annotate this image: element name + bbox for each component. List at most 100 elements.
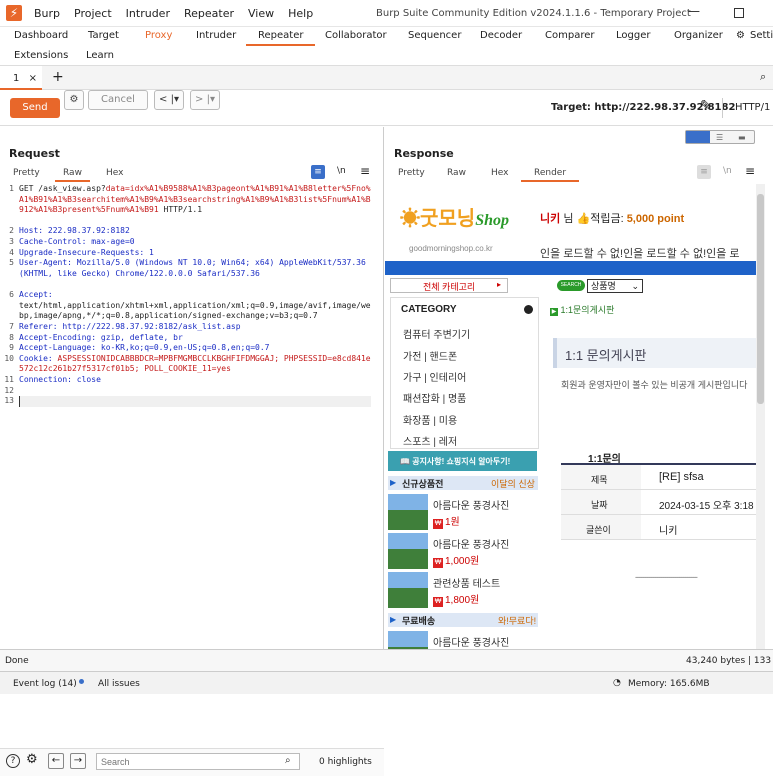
tab-sequencer[interactable]: Sequencer [408, 30, 461, 41]
event-log-tab[interactable]: Event log (14) [13, 679, 84, 689]
menu-view[interactable]: View [248, 7, 274, 20]
menu-icon[interactable]: ≡ [745, 164, 755, 178]
tab-learn[interactable]: Learn [86, 50, 114, 61]
header-accept-language[interactable]: Accept-Language: ko-KR,ko;q=0.9,en-US;q=… [19, 343, 371, 354]
header-user-agent[interactable]: User-Agent: Mozilla/5.0 (Windows NT 10.0… [19, 258, 371, 279]
cancel-button[interactable]: Cancel [88, 90, 148, 110]
scrollbar-thumb[interactable] [757, 194, 764, 404]
request-tab-raw[interactable]: Raw [55, 168, 90, 182]
tab-comparer[interactable]: Comparer [545, 30, 594, 41]
product-image[interactable] [388, 572, 428, 608]
post-table: 제목 [RE] sfsa 날짜 2024-03-15 오후 3:18 글쓴이 니… [561, 465, 765, 540]
menu-project[interactable]: Project [74, 7, 112, 20]
next-match-button[interactable]: → [70, 753, 86, 769]
response-tab-raw[interactable]: Raw [447, 168, 466, 178]
render-view[interactable]: ☀굿모닝Shop goodmorningshop.co.kr 니키 님 👍적립금… [385, 184, 765, 649]
breadcrumb[interactable]: ▶ 1:1문의게시판 [550, 303, 614, 316]
header-accept[interactable]: Accept: text/html,application/xhtml+xml,a… [19, 290, 371, 322]
menu-repeater[interactable]: Repeater [184, 7, 234, 20]
product-item[interactable]: 아름다운 풍경사진 ₩1,000원 [388, 533, 538, 569]
new-products-more[interactable]: 이달의 신상 [491, 477, 535, 490]
wrap-lines-icon[interactable]: ≡ [697, 165, 711, 179]
prev-match-button[interactable]: ← [48, 753, 64, 769]
site-logo[interactable]: ☀굿모닝Shop [400, 202, 509, 231]
help-icon[interactable]: ? [6, 754, 20, 768]
close-icon[interactable]: × [29, 73, 37, 84]
header-upgrade-insecure[interactable]: Upgrade-Insecure-Requests: 1 [19, 248, 371, 259]
response-tab-hex[interactable]: Hex [491, 168, 508, 178]
response-tab-render[interactable]: Render [521, 168, 580, 182]
forward-button[interactable]: > |▾ [190, 90, 220, 110]
request-line-13[interactable] [19, 396, 371, 408]
tab-decoder[interactable]: Decoder [480, 30, 522, 41]
layout-split-icon[interactable] [686, 131, 710, 143]
category-item[interactable]: 가구 | 인테리어 [403, 369, 466, 384]
tab-collaborator[interactable]: Collaborator [325, 30, 387, 41]
all-category-button[interactable]: 전체 카테고리 ▸ [390, 278, 508, 293]
product-image[interactable] [388, 631, 428, 649]
menu-intruder[interactable]: Intruder [126, 7, 170, 20]
search-icon[interactable]: ⌕ [760, 70, 766, 84]
repeater-tab-1[interactable]: 1 × [0, 66, 42, 90]
header-referer[interactable]: Referer: http://222.98.37.92:8182/ask_li… [19, 322, 371, 333]
notice-banner[interactable]: 📖 공지사항! 쇼핑지식 알아두기! [388, 451, 537, 471]
product-item[interactable]: 아름다운 풍경사진 ₩1원 [388, 494, 538, 530]
gear-icon[interactable]: ⚙ [736, 30, 745, 41]
settings-gear-icon[interactable]: ⚙ [64, 90, 84, 110]
layout-horizontal-icon[interactable]: ☰ [716, 133, 723, 142]
search-input[interactable] [96, 753, 300, 770]
tab-proxy[interactable]: Proxy [145, 30, 172, 41]
menu-burp[interactable]: Burp [34, 7, 60, 20]
send-button[interactable]: Send [10, 98, 60, 118]
free-ship-more[interactable]: 와!무료다! [498, 614, 536, 627]
all-issues-tab[interactable]: All issues [98, 679, 140, 689]
category-item[interactable]: 컴퓨터 주변기기 [403, 326, 470, 341]
tab-target[interactable]: Target [88, 30, 119, 41]
wrap-lines-icon[interactable]: ≡ [311, 165, 325, 179]
request-tab-hex[interactable]: Hex [106, 168, 123, 178]
http-version[interactable]: HTTP/1 [735, 102, 770, 113]
header-connection[interactable]: Connection: close [19, 375, 371, 386]
product-image[interactable] [388, 533, 428, 569]
tab-repeater[interactable]: Repeater [246, 30, 316, 46]
scrollbar[interactable] [756, 184, 765, 649]
product-name[interactable]: 아름다운 풍경사진 [433, 497, 509, 512]
more-icon[interactable] [524, 305, 533, 314]
minimize-icon[interactable]: — [688, 4, 700, 18]
header-cookie[interactable]: Cookie: ASPSESSIONIDCABBBDCR=MPBFMGMBCCL… [19, 354, 371, 375]
category-item[interactable]: 가전 | 핸드폰 [403, 348, 457, 363]
product-image[interactable] [388, 494, 428, 530]
edit-icon[interactable]: ✎ [700, 98, 712, 114]
product-name[interactable]: 아름다운 풍경사진 [433, 536, 509, 551]
response-tab-pretty[interactable]: Pretty [398, 168, 425, 178]
back-button[interactable]: < |▾ [154, 90, 184, 110]
search-select[interactable]: 상품명 ⌄ [587, 279, 643, 293]
request-tab-pretty[interactable]: Pretty [13, 168, 40, 178]
layout-toggle[interactable]: ☰ ▬ [685, 130, 755, 144]
category-item[interactable]: 패션잡화 | 명품 [403, 390, 466, 405]
add-tab-icon[interactable]: + [52, 69, 64, 85]
menu-icon[interactable]: ≡ [360, 164, 370, 178]
settings-icon[interactable]: ⚙ [26, 752, 38, 767]
tab-extensions[interactable]: Extensions [14, 50, 68, 61]
product-name[interactable]: 관련상품 테스트 [433, 575, 500, 590]
newline-toggle[interactable]: \n [337, 166, 346, 176]
header-cache-control[interactable]: Cache-Control: max-age=0 [19, 237, 371, 248]
tab-organizer[interactable]: Organizer [674, 30, 723, 41]
product-item[interactable]: 아름다운 풍경사진 [388, 631, 538, 649]
layout-single-icon[interactable]: ▬ [738, 133, 746, 142]
tab-logger[interactable]: Logger [616, 30, 650, 41]
menu-help[interactable]: Help [288, 7, 313, 20]
request-line-1[interactable]: GET /ask_view.asp?data=idx%A1%B9588%A1%B… [19, 184, 371, 216]
tab-dashboard[interactable]: Dashboard [14, 30, 68, 41]
product-name[interactable]: 아름다운 풍경사진 [433, 634, 509, 649]
category-item[interactable]: 화장품 | 미용 [403, 412, 457, 427]
product-item[interactable]: 관련상품 테스트 ₩1,800원 [388, 572, 538, 608]
newline-toggle[interactable]: \n [723, 166, 732, 176]
header-host[interactable]: Host: 222.98.37.92:8182 [19, 226, 371, 237]
header-accept-encoding[interactable]: Accept-Encoding: gzip, deflate, br [19, 333, 371, 344]
tab-intruder[interactable]: Intruder [196, 30, 236, 41]
maximize-icon[interactable] [734, 8, 744, 18]
tab-settings[interactable]: Setti [750, 30, 773, 41]
category-item[interactable]: 스포츠 | 레저 [403, 433, 457, 448]
